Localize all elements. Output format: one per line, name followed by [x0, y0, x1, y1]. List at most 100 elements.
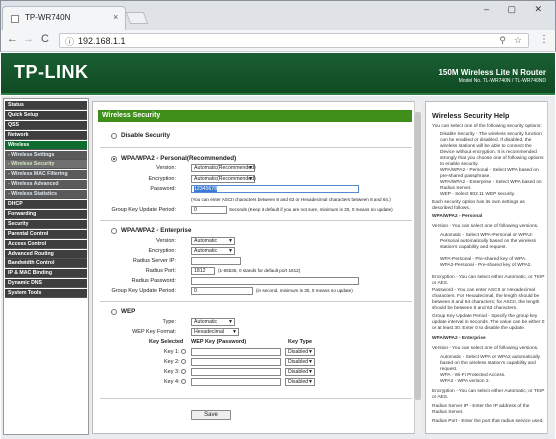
version-select[interactable]: Automatic(Recommended) ▼: [191, 164, 256, 172]
main-scrollbar-thumb[interactable]: [415, 112, 421, 400]
encryption-select[interactable]: Automatic(Recommended) ▼: [191, 175, 256, 183]
wpa-personal-radio[interactable]: [111, 156, 117, 162]
sidebar-item[interactable]: IP & MAC Binding: [5, 269, 87, 279]
help-scrollbar[interactable]: [547, 101, 553, 434]
ent-version-select[interactable]: Automatic ▼: [191, 237, 235, 245]
menu-icon[interactable]: ⋮: [539, 34, 549, 45]
sidebar-item[interactable]: - Wireless Settings: [5, 150, 87, 160]
key-type-select[interactable]: Disabled ▼: [285, 368, 315, 376]
help-bullet: Automatic - Select WPA or WPA2 automatic…: [440, 355, 541, 372]
star-icon[interactable]: ☆: [514, 35, 522, 46]
sidebar-item[interactable]: Parental Control: [5, 229, 87, 239]
radius-ip-label: Radius Server IP:: [132, 258, 176, 264]
key-label: Key 4:: [164, 379, 180, 385]
sidebar-item[interactable]: Network: [5, 130, 87, 140]
disable-security-radio[interactable]: [111, 133, 117, 139]
sidebar-item[interactable]: Wireless: [5, 140, 87, 150]
model-number: Model No. TL-WR740N / TL-WR740ND: [458, 78, 546, 84]
gkup-label: Group Key Update Period:: [111, 207, 176, 213]
sidebar-item[interactable]: System Tools: [5, 289, 87, 299]
help-text: Encryption - You can select either Autom…: [432, 389, 545, 400]
key-label: Key 3:: [164, 369, 180, 375]
chevron-down-icon: ▼: [308, 379, 313, 385]
help-text: Each security option has its own setting…: [432, 200, 525, 211]
reload-icon[interactable]: C: [41, 33, 49, 45]
url-text[interactable]: 192.168.1.1: [78, 36, 126, 46]
radius-port-note: (1-65535, 0 stands for default port 1812…: [218, 268, 301, 273]
forward-icon[interactable]: →: [23, 33, 34, 45]
disable-security-label: Disable Security: [121, 132, 170, 139]
wep-key-input[interactable]: [191, 348, 281, 356]
key-type-select[interactable]: Disabled ▼: [285, 358, 315, 366]
radius-port-label: Radius Port:: [145, 268, 176, 274]
chevron-down-icon: ▼: [248, 165, 253, 171]
sidebar-item[interactable]: Advanced Routing: [5, 249, 87, 259]
sidebar-item[interactable]: - Wireless MAC Filtering: [5, 170, 87, 180]
search-icon[interactable]: ⚲: [499, 35, 506, 46]
sidebar-item[interactable]: Dynamic DNS: [5, 279, 87, 289]
radius-port-input[interactable]: 1812: [191, 267, 215, 275]
wep-type-label: Type:: [162, 319, 176, 325]
help-text: Encryption - You can select either Autom…: [432, 275, 545, 286]
key-radio[interactable]: [181, 359, 186, 364]
tab-close-icon[interactable]: ×: [113, 12, 118, 22]
sidebar-item[interactable]: - Wireless Advanced: [5, 180, 87, 190]
wep-key-input[interactable]: [191, 368, 281, 376]
password-input[interactable]: 12345678: [191, 185, 359, 193]
sidebar-item[interactable]: Quick Setup: [5, 110, 87, 120]
wep-key-input[interactable]: [191, 378, 281, 386]
wep-type-select[interactable]: Automatic ▼: [191, 318, 235, 326]
help-intro: You can select one of the following secu…: [432, 124, 542, 129]
help-bullet: WPA2 - WPA version 2.: [440, 379, 490, 384]
sidebar-item[interactable]: DHCP: [5, 200, 87, 209]
radius-password-input[interactable]: [191, 277, 359, 285]
chevron-down-icon: ▼: [228, 319, 233, 325]
address-bar-row: ← → C ⓘ 192.168.1.1 ⚲ ☆ ⋮: [0, 30, 556, 52]
wep-format-select[interactable]: Hexadecimal ▼: [191, 328, 239, 336]
ent-gkup-note: (in second, minimum is 30, 0 means no up…: [256, 288, 353, 293]
key-radio[interactable]: [181, 379, 186, 384]
chevron-down-icon: ▼: [228, 238, 233, 244]
back-icon[interactable]: ←: [7, 33, 18, 45]
browser-tab[interactable]: TP-WR740N ×: [2, 6, 126, 30]
wpa-enterprise-heading: WPA/WPA2 - Enterprise: [121, 227, 192, 234]
sidebar-item[interactable]: - Wireless Statistics: [5, 190, 87, 200]
wep-key-input[interactable]: [191, 358, 281, 366]
tab-title: TP-WR740N: [25, 13, 71, 22]
key-type-select[interactable]: Disabled ▼: [285, 378, 315, 386]
divider: [100, 147, 412, 148]
sidebar-item[interactable]: Bandwidth Control: [5, 259, 87, 269]
sidebar-item[interactable]: QSS: [5, 120, 87, 130]
sidebar-item[interactable]: Security: [5, 219, 87, 229]
sidebar-item[interactable]: Access Control: [5, 239, 87, 249]
help-title: Wireless Security Help: [432, 111, 510, 120]
sidebar-item[interactable]: - Wireless Security: [5, 160, 87, 170]
gkup-input[interactable]: 0: [191, 206, 227, 214]
key-label: Key 2:: [164, 359, 180, 365]
info-icon: ⓘ: [65, 37, 75, 47]
help-bullet: WPA/WPA2 - Personal - Select WPA based o…: [440, 168, 539, 179]
radius-ip-input[interactable]: [191, 257, 241, 265]
save-button[interactable]: Save: [191, 410, 231, 420]
help-subheading: WPA/WPA2 - Enterprise: [432, 336, 486, 341]
chevron-down-icon: ▼: [308, 359, 313, 365]
wep-format-label: WEP Key Format:: [132, 329, 176, 335]
help-bullet: Disable Security - The wireless security…: [440, 132, 544, 167]
sidebar-item[interactable]: Forwarding: [5, 209, 87, 219]
key-label: Key 1:: [164, 349, 180, 355]
wpa-enterprise-radio[interactable]: [111, 228, 117, 234]
sidebar-item[interactable]: Status: [5, 101, 87, 110]
window-controls[interactable]: ‒ ▢ ✕: [484, 4, 550, 15]
key-type-select[interactable]: Disabled ▼: [285, 348, 315, 356]
wep-radio[interactable]: [111, 309, 117, 315]
key-radio[interactable]: [181, 349, 186, 354]
radius-password-label: Radius Password:: [131, 278, 176, 284]
address-input[interactable]: ⓘ 192.168.1.1 ⚲ ☆: [59, 33, 529, 48]
tplink-logo: TP-LINK: [14, 62, 89, 82]
ent-gkup-input[interactable]: 0: [191, 287, 253, 295]
new-tab-button[interactable]: [125, 12, 149, 24]
chevron-down-icon: ▼: [308, 369, 313, 375]
ent-encryption-select[interactable]: Automatic ▼: [191, 247, 235, 255]
divider: [100, 220, 412, 221]
key-radio[interactable]: [181, 369, 186, 374]
